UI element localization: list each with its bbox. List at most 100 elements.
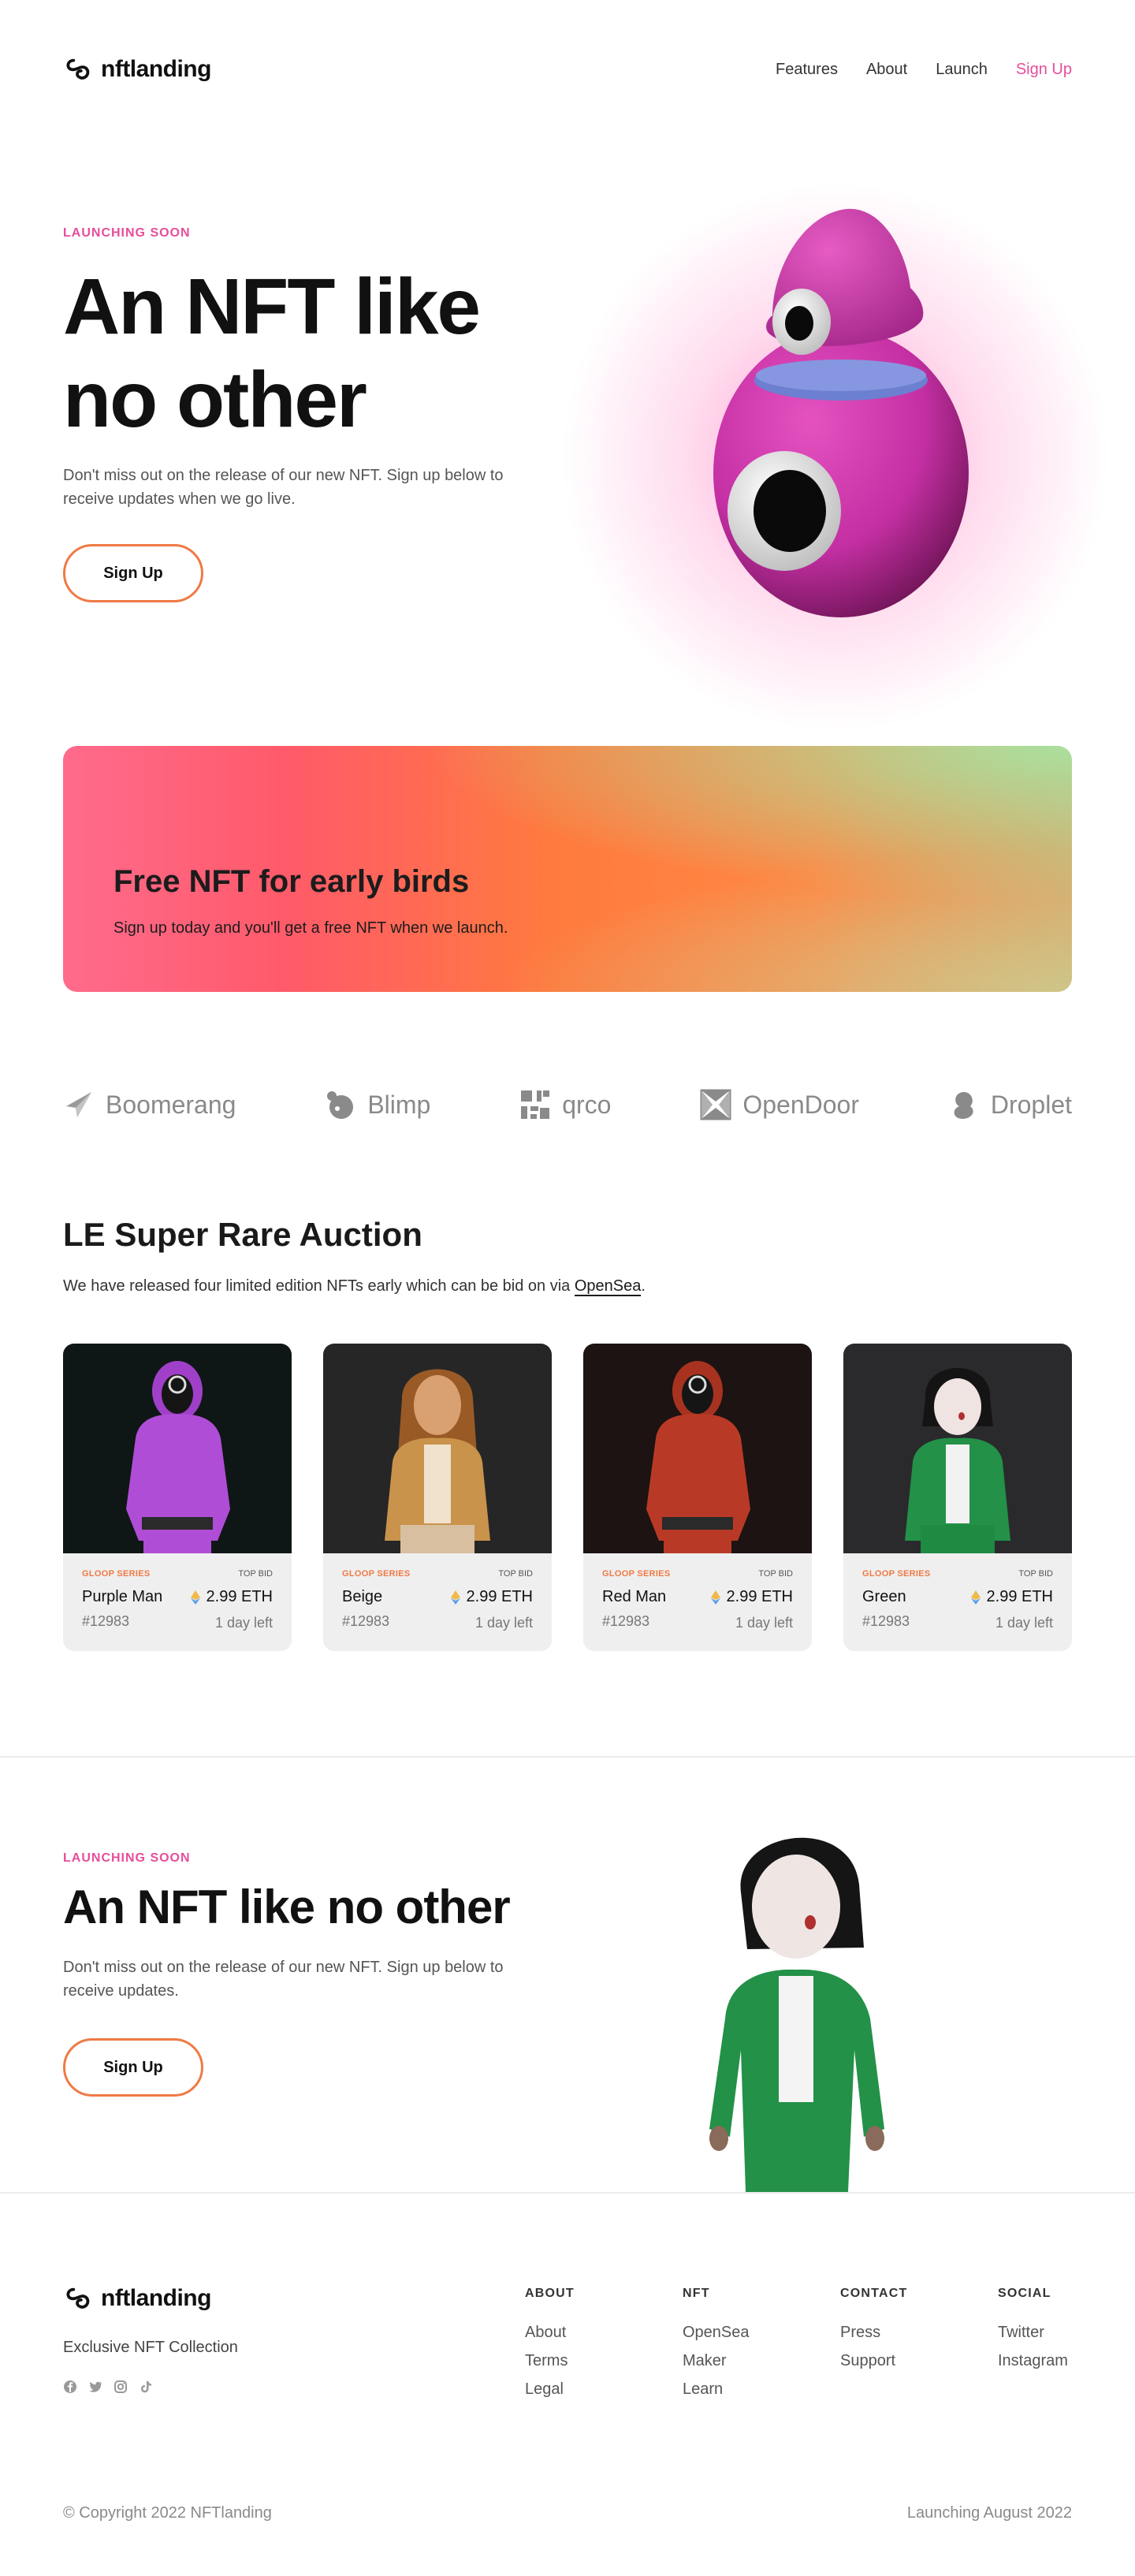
nft-card-body: GLOOP SERIES TOP BID Green 2.99 ETH #129… [843, 1553, 1072, 1651]
footer-link-maker[interactable]: Maker [683, 2347, 750, 2375]
partner-qrco[interactable]: qrco [519, 1089, 611, 1120]
nav-links: Features About Launch Sign Up [776, 61, 1072, 79]
partner-qrco-label: qrco [562, 1090, 612, 1119]
section-divider [0, 1756, 1135, 1758]
card-price-value: 2.99 ETH [986, 1588, 1053, 1605]
opensea-link[interactable]: OpenSea [574, 1277, 642, 1296]
auction-description: We have released four limited edition NF… [63, 1277, 646, 1296]
card-price-value: 2.99 ETH [726, 1588, 793, 1605]
card-id: #12983 [602, 1613, 650, 1629]
partner-droplet[interactable]: Droplet [948, 1089, 1072, 1120]
footer-link-terms[interactable]: Terms [525, 2347, 575, 2375]
nft-image [583, 1344, 812, 1553]
auction-description-end: . [641, 1277, 646, 1295]
card-name: Red Man [602, 1588, 667, 1605]
partner-opendoor-label: OpenDoor [742, 1090, 859, 1119]
footer-column-social: SOCIAL Twitter Instagram [998, 2287, 1068, 2375]
brand-logo[interactable]: nftlanding [63, 54, 211, 84]
auction-description-text: We have released four limited edition NF… [63, 1277, 575, 1295]
card-series: GLOOP SERIES [82, 1569, 151, 1579]
pink-creature-illustration [713, 208, 969, 617]
card-time-left: 1 day left [474, 1615, 533, 1631]
card-time-left: 1 day left [735, 1615, 793, 1631]
boomerang-icon [66, 1092, 91, 1117]
promo-description: Sign up today and you'll get a free NFT … [114, 919, 508, 937]
nft-card-red-man[interactable]: GLOOP SERIES TOP BID Red Man 2.99 ETH #1… [583, 1344, 812, 1651]
twitter-icon[interactable] [88, 2380, 102, 2394]
cta-eyebrow: LAUNCHING SOON [63, 1851, 191, 1865]
cta-description: Don't miss out on the release of our new… [63, 1959, 504, 2000]
ethereum-icon [190, 1590, 200, 1605]
footer-link-learn[interactable]: Learn [683, 2375, 750, 2403]
hero-description: Don't miss out on the release of our new… [63, 467, 504, 508]
partner-droplet-label: Droplet [990, 1090, 1072, 1119]
footer-tagline: Exclusive NFT Collection [63, 2339, 238, 2356]
card-price: 2.99 ETH [450, 1588, 533, 1606]
card-time-left: 1 day left [214, 1615, 273, 1631]
cta-title: An NFT like no other [63, 1881, 511, 1933]
opendoor-icon [700, 1089, 731, 1120]
logo-icon [66, 58, 90, 80]
nft-image [843, 1344, 1072, 1553]
card-series: GLOOP SERIES [342, 1569, 411, 1579]
early-bird-banner: Free NFT for early birds Sign up today a… [63, 746, 1072, 992]
cta-signup-button[interactable]: Sign Up [63, 2038, 203, 2097]
partner-logos: Boomerang Blimp qrco OpenDoor Droplet [63, 1083, 1072, 1126]
footer-link-support[interactable]: Support [840, 2347, 907, 2375]
card-series: GLOOP SERIES [862, 1569, 931, 1579]
card-top-bid-label: TOP BID [238, 1569, 273, 1579]
partner-opendoor[interactable]: OpenDoor [700, 1089, 859, 1120]
nft-card-green[interactable]: GLOOP SERIES TOP BID Green 2.99 ETH #129… [843, 1344, 1072, 1651]
footer-column-nft: NFT OpenSea Maker Learn [683, 2287, 750, 2403]
hero-nft-illustration [536, 158, 1135, 757]
card-top-bid-label: TOP BID [758, 1569, 793, 1579]
footer-heading: ABOUT [525, 2287, 575, 2300]
partner-blimp[interactable]: Blimp [325, 1089, 430, 1120]
footer-brand-logo[interactable]: nftlanding [63, 2283, 211, 2313]
footer-link-instagram[interactable]: Instagram [998, 2347, 1068, 2375]
tiktok-icon[interactable] [139, 2380, 153, 2394]
footer-heading: CONTACT [840, 2287, 908, 2300]
nft-card-body: GLOOP SERIES TOP BID Red Man 2.99 ETH #1… [583, 1553, 812, 1651]
footer-brand-name: nftlanding [101, 2285, 211, 2311]
hero-eyebrow: LAUNCHING SOON [63, 226, 191, 240]
nav-link-launch[interactable]: Launch [936, 61, 988, 79]
footer-link-legal[interactable]: Legal [525, 2375, 575, 2403]
card-price-value: 2.99 ETH [466, 1588, 533, 1605]
nft-card-purple-man[interactable]: GLOOP SERIES TOP BID Purple Man 2.99 ETH… [63, 1344, 292, 1651]
top-nav: nftlanding Features About Launch Sign Up [63, 52, 1072, 87]
footer-link-opensea[interactable]: OpenSea [683, 2318, 750, 2347]
nft-card-body: GLOOP SERIES TOP BID Beige 2.99 ETH #129… [323, 1553, 552, 1651]
footer-heading: NFT [683, 2287, 710, 2300]
footer-link-press[interactable]: Press [840, 2318, 907, 2347]
nft-card-grid: GLOOP SERIES TOP BID Purple Man 2.99 ETH… [63, 1344, 1072, 1651]
card-price: 2.99 ETH [190, 1588, 273, 1606]
copyright: © Copyright 2022 NFTlanding [63, 2504, 272, 2522]
card-time-left: 1 day left [995, 1615, 1053, 1631]
card-name: Purple Man [82, 1588, 163, 1605]
card-top-bid-label: TOP BID [1018, 1569, 1053, 1579]
ethereum-icon [710, 1590, 720, 1605]
footer-column-about: ABOUT About Terms Legal [525, 2287, 575, 2403]
nft-card-body: GLOOP SERIES TOP BID Purple Man 2.99 ETH… [63, 1553, 292, 1651]
nav-link-features[interactable]: Features [776, 61, 838, 79]
footer-link-twitter[interactable]: Twitter [998, 2318, 1068, 2347]
brand-name: nftlanding [101, 56, 211, 82]
facebook-icon[interactable] [63, 2380, 77, 2394]
instagram-icon[interactable] [114, 2380, 128, 2394]
ethereum-icon [970, 1590, 981, 1605]
blimp-icon [327, 1091, 354, 1119]
logo-icon [66, 2287, 90, 2309]
nft-card-beige[interactable]: GLOOP SERIES TOP BID Beige 2.99 ETH #129… [323, 1344, 552, 1651]
partner-boomerang[interactable]: Boomerang [63, 1089, 236, 1120]
hero-signup-button[interactable]: Sign Up [63, 544, 203, 602]
card-id: #12983 [342, 1613, 390, 1629]
nav-signup-link[interactable]: Sign Up [1016, 61, 1072, 79]
card-price: 2.99 ETH [970, 1588, 1053, 1606]
nav-link-about[interactable]: About [866, 61, 907, 79]
partner-blimp-label: Blimp [367, 1090, 431, 1119]
footer-link-about[interactable]: About [525, 2318, 575, 2347]
qrco-icon [521, 1090, 550, 1119]
footer-column-contact: CONTACT Press Support [840, 2287, 907, 2375]
partner-boomerang-label: Boomerang [106, 1090, 236, 1119]
